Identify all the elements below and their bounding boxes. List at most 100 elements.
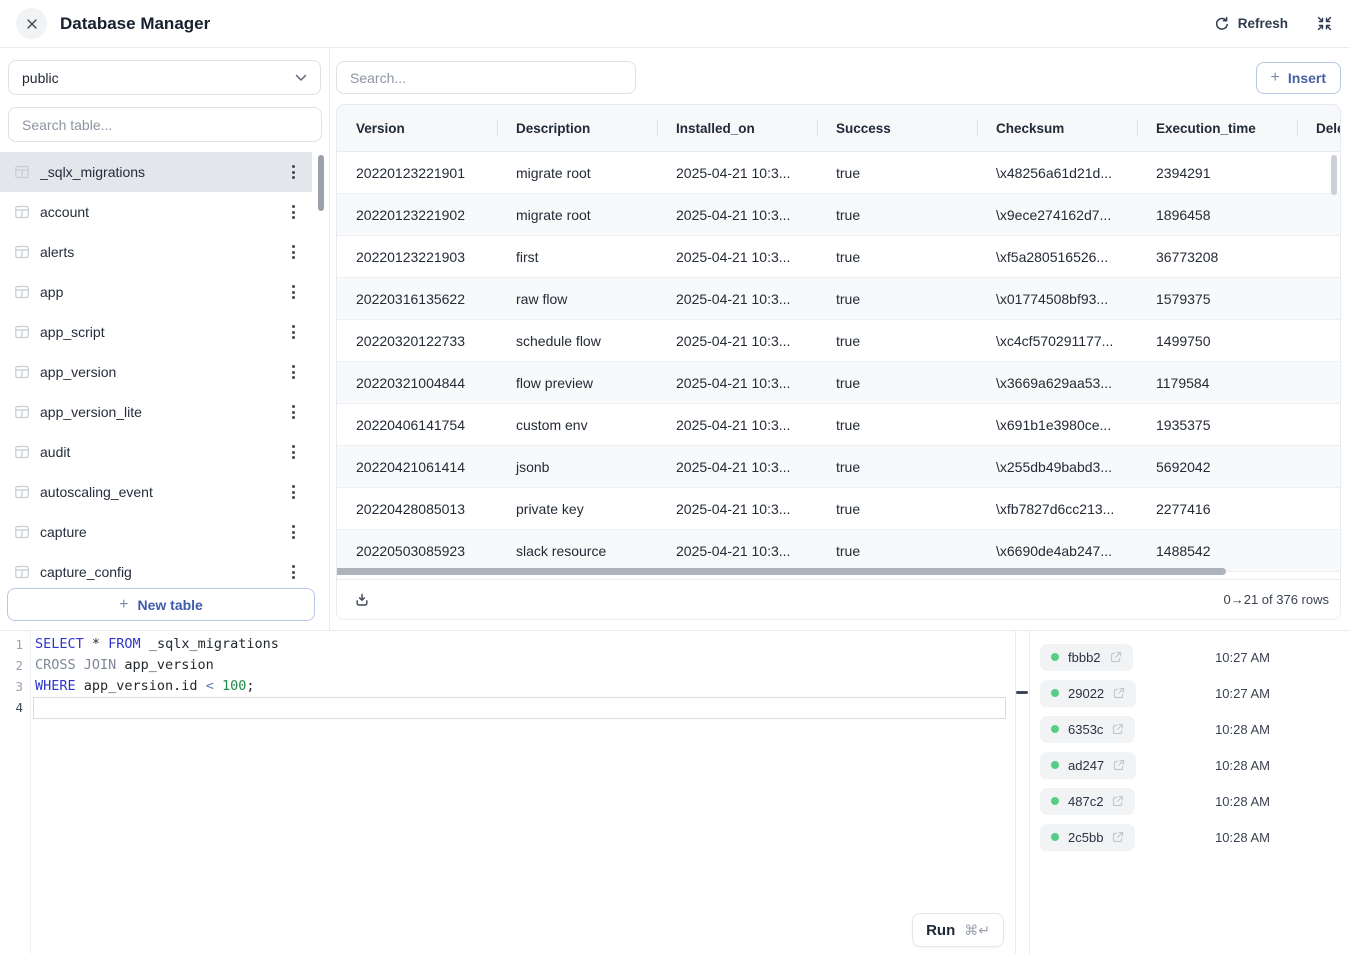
table-menu-button[interactable] [287,441,300,463]
cell-checksum: \x9ece274162d7... [977,194,1137,235]
status-dot-icon [1051,761,1059,769]
rows-search-input[interactable] [336,61,636,94]
status-dot-icon [1051,689,1059,697]
table-icon [14,404,30,420]
query-id-label: fbbb2 [1068,650,1101,665]
history-entry-button[interactable]: 6353c [1040,716,1135,743]
sidebar-item-audit[interactable]: audit [0,432,312,472]
cell-deleted [1297,278,1341,319]
table-row[interactable]: 20220406141754custom env2025-04-21 10:3.… [337,404,1341,446]
sidebar-item-alerts[interactable]: alerts [0,232,312,272]
table-icon [14,444,30,460]
open-query-button[interactable] [1112,831,1124,843]
sidebar-item-app[interactable]: app [0,272,312,312]
sidebar-scrollbar[interactable] [318,155,324,211]
sidebar-item-autoscaling_event[interactable]: autoscaling_event [0,472,312,512]
table-menu-button[interactable] [287,361,300,383]
table-icon [14,564,30,580]
table-menu-button[interactable] [287,161,300,183]
history-entry-button[interactable]: 29022 [1040,680,1136,707]
query-id-label: 6353c [1068,722,1103,737]
table-icon [14,204,30,220]
history-entry-button[interactable]: 487c2 [1040,788,1135,815]
table-row[interactable]: 20220123221902migrate root2025-04-21 10:… [337,194,1341,236]
table-menu-button[interactable] [287,321,300,343]
column-header-description[interactable]: Description [497,105,657,151]
new-table-button[interactable]: + New table [7,588,315,621]
cell-version: 20220321004844 [337,362,497,403]
run-label: Run [926,922,955,939]
table-menu-button[interactable] [287,481,300,503]
sidebar-item-app_script[interactable]: app_script [0,312,312,352]
table-menu-button[interactable] [287,401,300,423]
table-icon [14,364,30,380]
column-header-checksum[interactable]: Checksum [977,105,1137,151]
open-external-icon[interactable] [1113,759,1125,771]
download-button[interactable] [354,592,370,608]
history-entry-button[interactable]: fbbb2 [1040,644,1133,671]
horizontal-scrollbar[interactable] [337,568,1226,575]
table-row[interactable]: 20220316135622raw flow2025-04-21 10:3...… [337,278,1341,320]
column-header-installed_on[interactable]: Installed_on [657,105,817,151]
sidebar-item-capture_config[interactable]: capture_config [0,552,312,585]
table-menu-button[interactable] [287,241,300,263]
table-row[interactable]: 20220421061414jsonb2025-04-21 10:3...tru… [337,446,1341,488]
open-external-icon[interactable] [1112,723,1124,735]
sql-editor[interactable]: 1SELECT * FROM _sqlx_migrations2CROSS JO… [0,631,1016,954]
table-search-input[interactable] [8,107,322,142]
pane-resizer-handle[interactable] [1016,691,1028,694]
history-entry-button[interactable]: ad247 [1040,752,1136,779]
table-row[interactable]: 20220320122733schedule flow2025-04-21 10… [337,320,1341,362]
open-external-icon[interactable] [1113,687,1125,699]
insert-button[interactable]: + Insert [1256,62,1341,94]
arrows-collapse-icon [1316,15,1333,32]
table-name-label: _sqlx_migrations [40,164,277,180]
open-query-button[interactable] [1113,687,1125,699]
cell-checksum: \x3669a629aa53... [977,362,1137,403]
sql-token: 100 [222,678,246,694]
table-row[interactable]: 20220503085923slack resource2025-04-21 1… [337,530,1341,572]
plus-icon: + [119,597,128,613]
column-header-execution_time[interactable]: Execution_time [1137,105,1297,151]
table-icon [14,444,30,460]
status-dot-icon [1051,797,1059,805]
open-query-button[interactable] [1113,759,1125,771]
column-header-version[interactable]: Version [337,105,497,151]
open-external-icon[interactable] [1110,651,1122,663]
download-icon [354,592,370,608]
chevron-down-icon [295,74,307,82]
refresh-button[interactable]: Refresh [1214,16,1288,32]
table-icon [14,484,30,500]
sidebar-item-capture[interactable]: capture [0,512,312,552]
open-external-icon[interactable] [1112,831,1124,843]
sidebar-item-_sqlx_migrations[interactable]: _sqlx_migrations [0,152,312,192]
close-button[interactable] [16,8,47,39]
sidebar-item-account[interactable]: account [0,192,312,232]
column-header-deleted[interactable]: Deleted [1297,105,1341,151]
open-query-button[interactable] [1112,795,1124,807]
history-entry-button[interactable]: 2c5bb [1040,824,1135,851]
vertical-scrollbar[interactable] [1331,155,1337,195]
table-row[interactable]: 20220123221903first2025-04-21 10:3...tru… [337,236,1341,278]
open-query-button[interactable] [1110,651,1122,663]
table-row[interactable]: 20220321004844flow preview2025-04-21 10:… [337,362,1341,404]
cell-version: 20220428085013 [337,488,497,529]
table-menu-button[interactable] [287,521,300,543]
table-menu-button[interactable] [287,561,300,583]
table-row[interactable]: 20220123221901migrate root2025-04-21 10:… [337,152,1341,194]
run-button[interactable]: Run ⌘↵ [912,913,1004,947]
status-dot-icon [1051,725,1059,733]
schema-select[interactable]: public [8,60,321,95]
query-history-panel: fbbb210:27 AM2902210:27 AM6353c10:28 AMa… [1029,631,1349,954]
table-menu-button[interactable] [287,201,300,223]
sidebar-item-app_version_lite[interactable]: app_version_lite [0,392,312,432]
column-header-success[interactable]: Success [817,105,977,151]
open-external-icon[interactable] [1112,795,1124,807]
cell-version: 20220123221903 [337,236,497,277]
sidebar-item-app_version[interactable]: app_version [0,352,312,392]
collapse-button[interactable] [1316,15,1333,32]
data-panel: + Insert VersionDescriptionInstalled_onS… [330,48,1349,630]
table-row[interactable]: 20220428085013private key2025-04-21 10:3… [337,488,1341,530]
table-menu-button[interactable] [287,281,300,303]
open-query-button[interactable] [1112,723,1124,735]
